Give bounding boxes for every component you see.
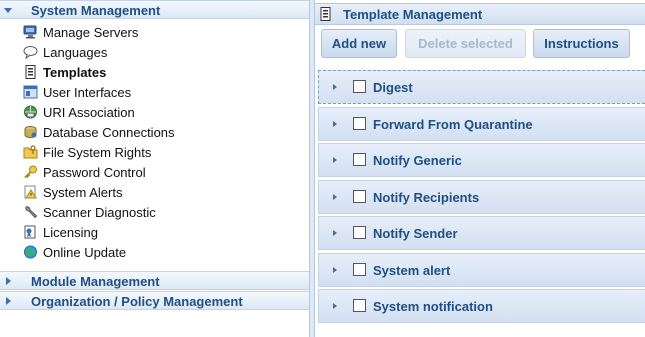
system-management-label: System Management (31, 3, 161, 18)
template-row[interactable]: Digest (318, 70, 645, 104)
template-checkbox[interactable] (353, 153, 366, 166)
template-name: Forward From Quarantine (373, 116, 533, 132)
template-name: Digest (373, 80, 413, 95)
nav-item-uri-association[interactable]: URI Association (0, 102, 309, 122)
expand-arrow-icon[interactable] (333, 84, 337, 90)
module-management-header[interactable]: Module Management (0, 271, 309, 290)
template-checkbox[interactable] (353, 299, 366, 312)
panel-title: Template Management (343, 7, 483, 22)
template-name: System alert (373, 262, 451, 278)
expand-arrow-icon[interactable] (333, 157, 337, 163)
update-globe-icon (24, 245, 37, 259)
nav-item-scanner-diagnostic[interactable]: Scanner Diagnostic (0, 202, 309, 222)
organization-policy-management-header[interactable]: Organization / Policy Management (0, 291, 309, 310)
nav-item-label: Scanner Diagnostic (43, 205, 156, 220)
nav-item-label: File System Rights (43, 145, 152, 160)
panel-header: Template Management (315, 3, 645, 25)
nav-item-label: Manage Servers (43, 25, 139, 40)
nav-item-label: Languages (43, 45, 108, 60)
expand-arrow-icon[interactable] (333, 193, 337, 200)
nav-item-manage-servers[interactable]: Manage Servers (0, 22, 309, 42)
module-management-label: Module Management (31, 274, 160, 289)
wrench-icon (25, 206, 38, 219)
nav-item-label: URI Association (43, 105, 135, 120)
template-checkbox[interactable] (353, 262, 366, 276)
expand-arrow-icon (6, 277, 11, 285)
template-name: System notification (373, 299, 493, 314)
template-checkbox[interactable] (353, 226, 366, 239)
nav-item-database-connections[interactable]: Database Connections (0, 122, 309, 142)
nav-item-label: System Alerts (43, 185, 123, 200)
template-checkbox[interactable] (353, 189, 366, 203)
template-management-panel: Template Management Add new Delete selec… (315, 0, 645, 337)
template-row[interactable]: System alert (318, 252, 645, 287)
user-interface-icon (23, 85, 38, 99)
key-icon (24, 165, 37, 179)
organization-policy-management-label: Organization / Policy Management (31, 294, 243, 309)
template-row[interactable]: Notify Generic (318, 143, 645, 177)
monitor-icon (23, 25, 37, 39)
nav-item-system-alerts[interactable]: System Alerts (0, 182, 309, 202)
nav-item-languages[interactable]: Languages (0, 42, 309, 62)
toolbar: Add new Delete selected Instructions (315, 25, 645, 63)
expand-arrow-icon[interactable] (333, 120, 337, 127)
globe-link-icon (24, 105, 37, 119)
template-list: Digest Forward From Quarantine Notify Ge… (318, 70, 645, 326)
template-row[interactable]: System notification (318, 289, 645, 323)
warning-icon (24, 185, 37, 199)
nav-item-label: User Interfaces (43, 85, 132, 100)
template-checkbox[interactable] (353, 80, 366, 93)
nav-item-templates[interactable]: Templates (0, 62, 309, 82)
template-row[interactable]: Notify Sender (318, 216, 645, 250)
delete-selected-button[interactable]: Delete selected (405, 29, 526, 58)
nav-item-label: Database Connections (43, 125, 175, 140)
template-row[interactable]: Notify Recipients (318, 179, 645, 214)
add-new-button[interactable]: Add new (321, 29, 397, 58)
expand-arrow-icon (6, 297, 11, 305)
nav-item-licensing[interactable]: Licensing (0, 222, 309, 242)
speech-bubble-icon (23, 46, 38, 59)
nav-item-password-control[interactable]: Password Control (0, 162, 309, 182)
navigation-panel: System Management Manage Servers Languag… (0, 0, 309, 337)
system-management-list: Manage Servers Languages Templates User … (0, 22, 309, 262)
template-document-icon (25, 65, 36, 79)
expand-arrow-icon[interactable] (333, 266, 337, 273)
template-row[interactable]: Forward From Quarantine (318, 106, 645, 141)
template-name: Notify Generic (373, 153, 462, 168)
template-name: Notify Sender (373, 226, 458, 241)
template-checkbox[interactable] (353, 116, 366, 130)
collapse-arrow-icon (4, 8, 12, 13)
system-management-header[interactable]: System Management (0, 0, 309, 19)
expand-arrow-icon[interactable] (333, 230, 337, 236)
template-name: Notify Recipients (373, 189, 480, 205)
certificate-icon (24, 225, 36, 239)
folder-key-icon (23, 145, 38, 159)
nav-item-label: Password Control (43, 165, 146, 180)
nav-item-file-system-rights[interactable]: File System Rights (0, 142, 309, 162)
database-icon (24, 126, 37, 138)
template-document-icon (320, 7, 331, 21)
nav-item-user-interfaces[interactable]: User Interfaces (0, 82, 309, 102)
nav-item-label: Licensing (43, 225, 98, 240)
instructions-button[interactable]: Instructions (533, 29, 630, 58)
nav-item-label: Online Update (43, 245, 127, 260)
nav-item-online-update[interactable]: Online Update (0, 242, 309, 262)
expand-arrow-icon[interactable] (333, 303, 337, 309)
nav-item-label: Templates (43, 65, 107, 80)
